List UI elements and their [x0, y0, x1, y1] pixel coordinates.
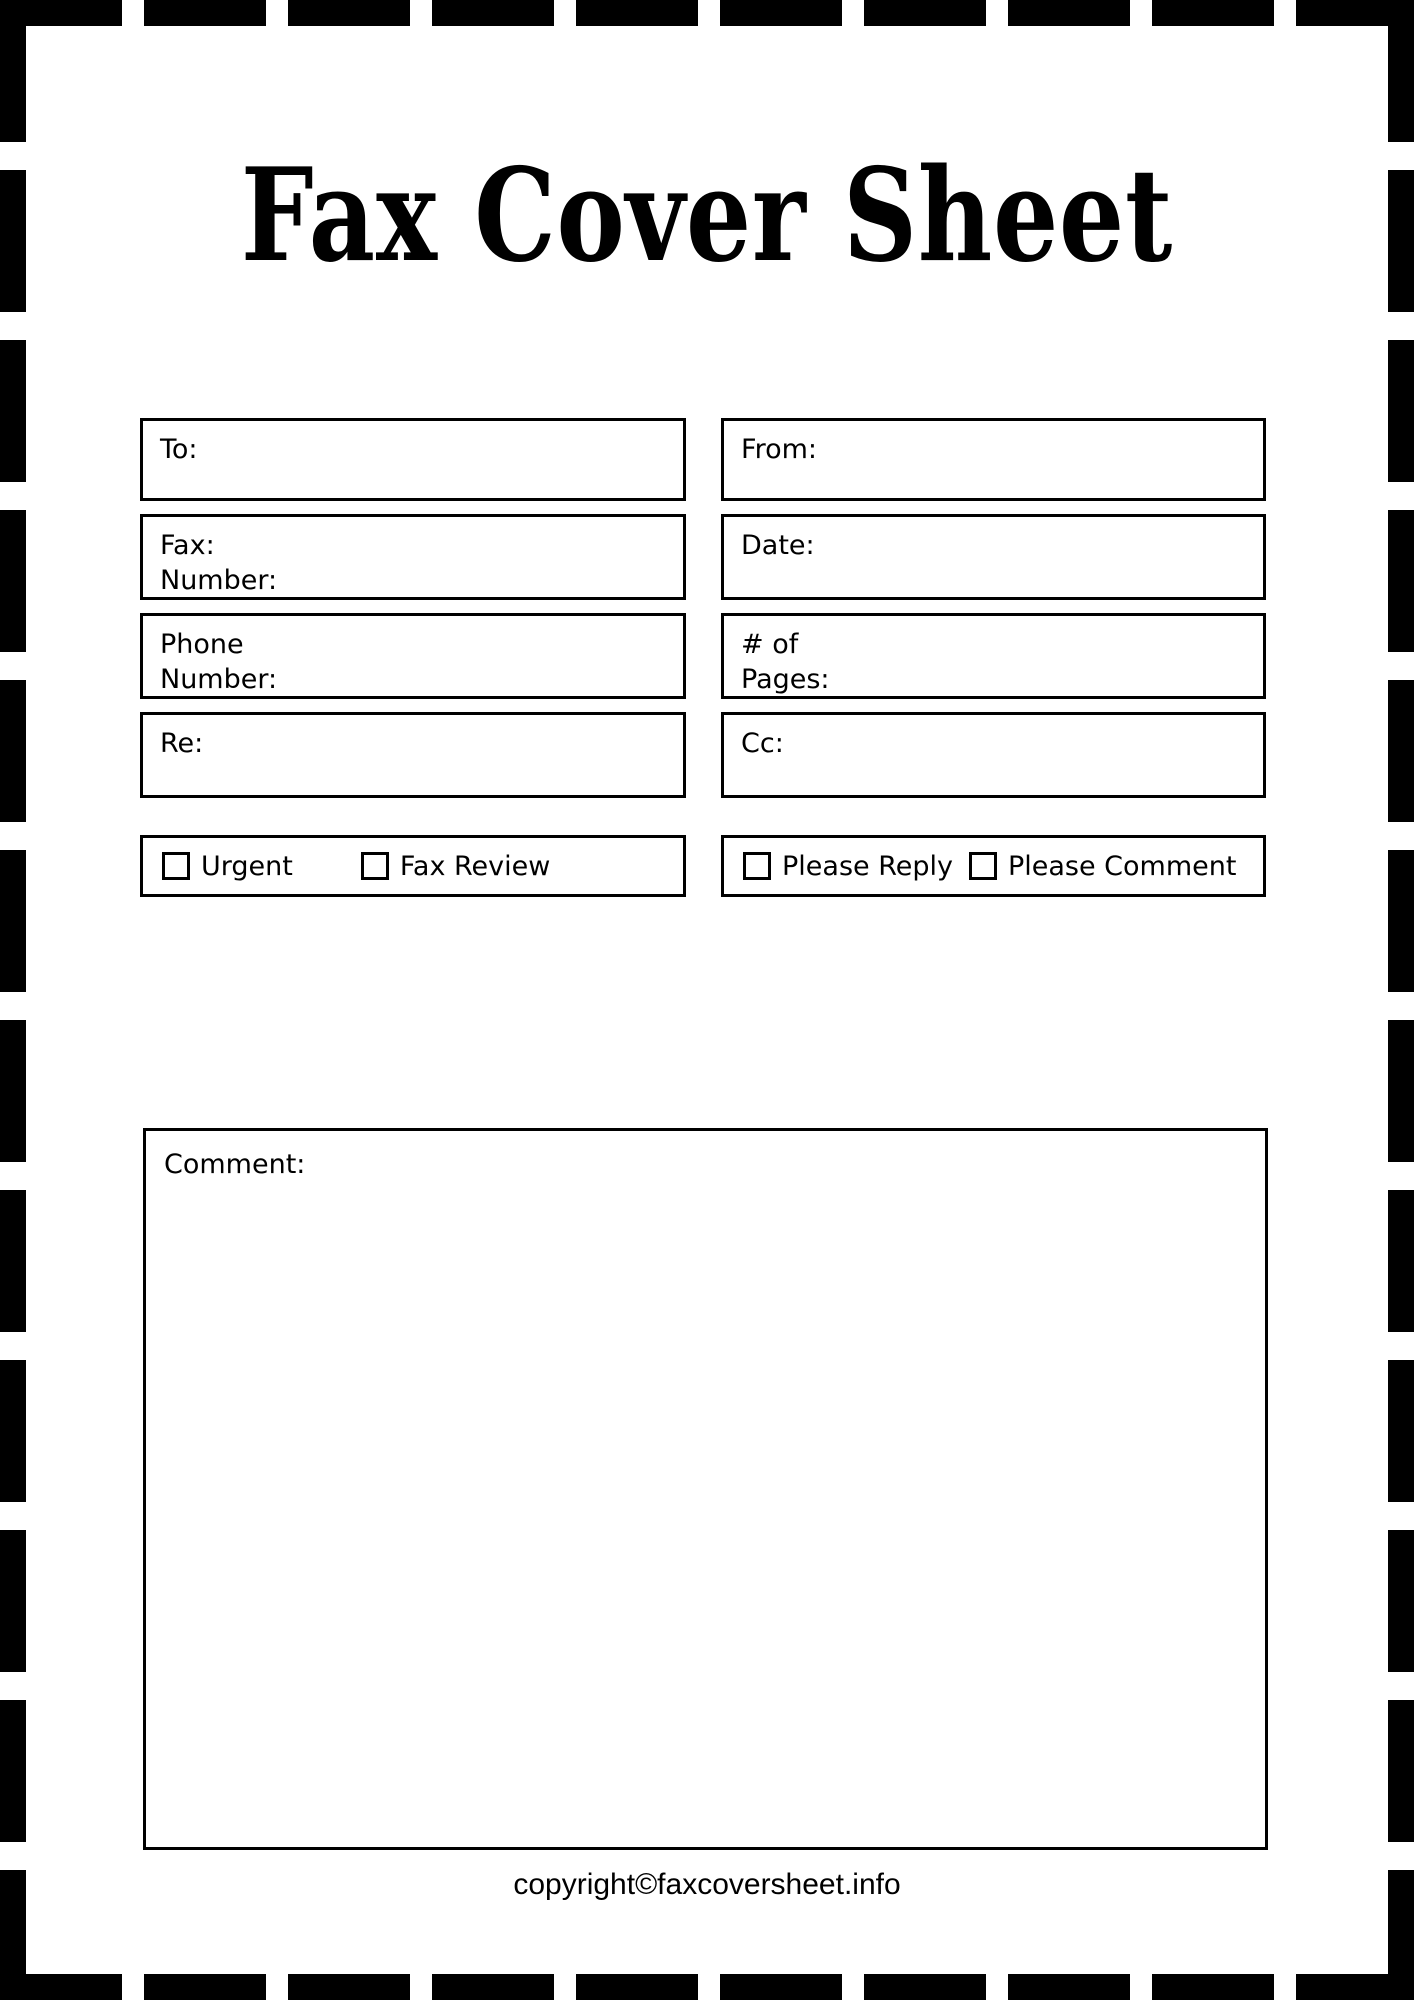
field-to-label: To: [160, 434, 198, 465]
checkbox-urgent[interactable]: Urgent [162, 852, 293, 880]
field-phone-number[interactable]: Phone Number: [140, 613, 686, 699]
checkbox-urgent-box[interactable] [162, 852, 190, 880]
form-row-phone-pages: Phone Number: # of Pages: [140, 613, 1266, 699]
page-border-top [0, 0, 1414, 26]
page-border-bottom [0, 1974, 1414, 2000]
checkbox-fax-review-label: Fax Review [399, 850, 551, 882]
page-border-corner-bottom-right [1388, 1974, 1414, 2000]
checkbox-group-left: Urgent Fax Review [140, 835, 686, 897]
checkbox-please-reply-label: Please Reply [782, 850, 953, 882]
field-phone-number-label-line1: Phone [160, 629, 244, 660]
page-border-corner-top-right [1388, 0, 1414, 26]
field-re-label: Re: [160, 728, 204, 759]
row-spacer [140, 501, 1266, 514]
fax-form: To: From: Fax: Number: Date: Phone Numbe… [140, 418, 1266, 897]
form-row-fax-date: Fax: Number: Date: [140, 514, 1266, 600]
field-fax-number[interactable]: Fax: Number: [140, 514, 686, 600]
row-spacer [140, 600, 1266, 613]
field-cc[interactable]: Cc: [721, 712, 1266, 798]
field-from-label: From: [741, 434, 817, 465]
row-spacer [140, 699, 1266, 712]
checkbox-please-reply-box[interactable] [743, 852, 771, 880]
checkbox-please-comment[interactable]: Please Comment [968, 850, 1237, 882]
checkbox-fax-review-box[interactable] [360, 852, 389, 880]
field-phone-number-label-line2: Number: [160, 663, 278, 695]
field-pages-label-line2: Pages: [741, 663, 830, 695]
field-pages[interactable]: # of Pages: [721, 613, 1266, 699]
footer-copyright: copyright©faxcoversheet.info [513, 1868, 901, 1901]
field-cc-label: Cc: [741, 728, 784, 759]
form-row-to-from: To: From: [140, 418, 1266, 501]
checkbox-fax-review[interactable]: Fax Review [360, 850, 551, 882]
page-border-corner-bottom-left [0, 1974, 26, 2000]
field-re[interactable]: Re: [140, 712, 686, 798]
field-comment[interactable]: Comment: [143, 1128, 1268, 1850]
row-spacer-large [140, 798, 1266, 835]
field-to[interactable]: To: [140, 418, 686, 501]
checkbox-please-reply[interactable]: Please Reply [743, 852, 953, 880]
field-date-label: Date: [741, 530, 815, 561]
page-border-corner-top-left [0, 0, 26, 26]
checkbox-please-comment-box[interactable] [968, 852, 997, 880]
fax-cover-sheet-page: Fax Cover Sheet To: From: Fax: Number: D… [0, 0, 1414, 2000]
field-fax-number-label-line1: Fax: [160, 530, 215, 561]
field-fax-number-label-line2: Number: [160, 564, 278, 596]
form-row-re-cc: Re: Cc: [140, 712, 1266, 798]
field-date[interactable]: Date: [721, 514, 1266, 600]
form-row-checkboxes: Urgent Fax Review Please Reply Please Co… [140, 835, 1266, 897]
field-from[interactable]: From: [721, 418, 1266, 501]
field-comment-label: Comment: [164, 1149, 306, 1180]
checkbox-group-right: Please Reply Please Comment [721, 835, 1266, 897]
field-pages-label-line1: # of [741, 629, 799, 660]
page-border-left [0, 0, 26, 2000]
checkbox-please-comment-label: Please Comment [1007, 850, 1237, 882]
page-border-right [1388, 0, 1414, 2000]
checkbox-urgent-label: Urgent [201, 850, 293, 882]
page-title: Fax Cover Sheet [240, 141, 1174, 291]
